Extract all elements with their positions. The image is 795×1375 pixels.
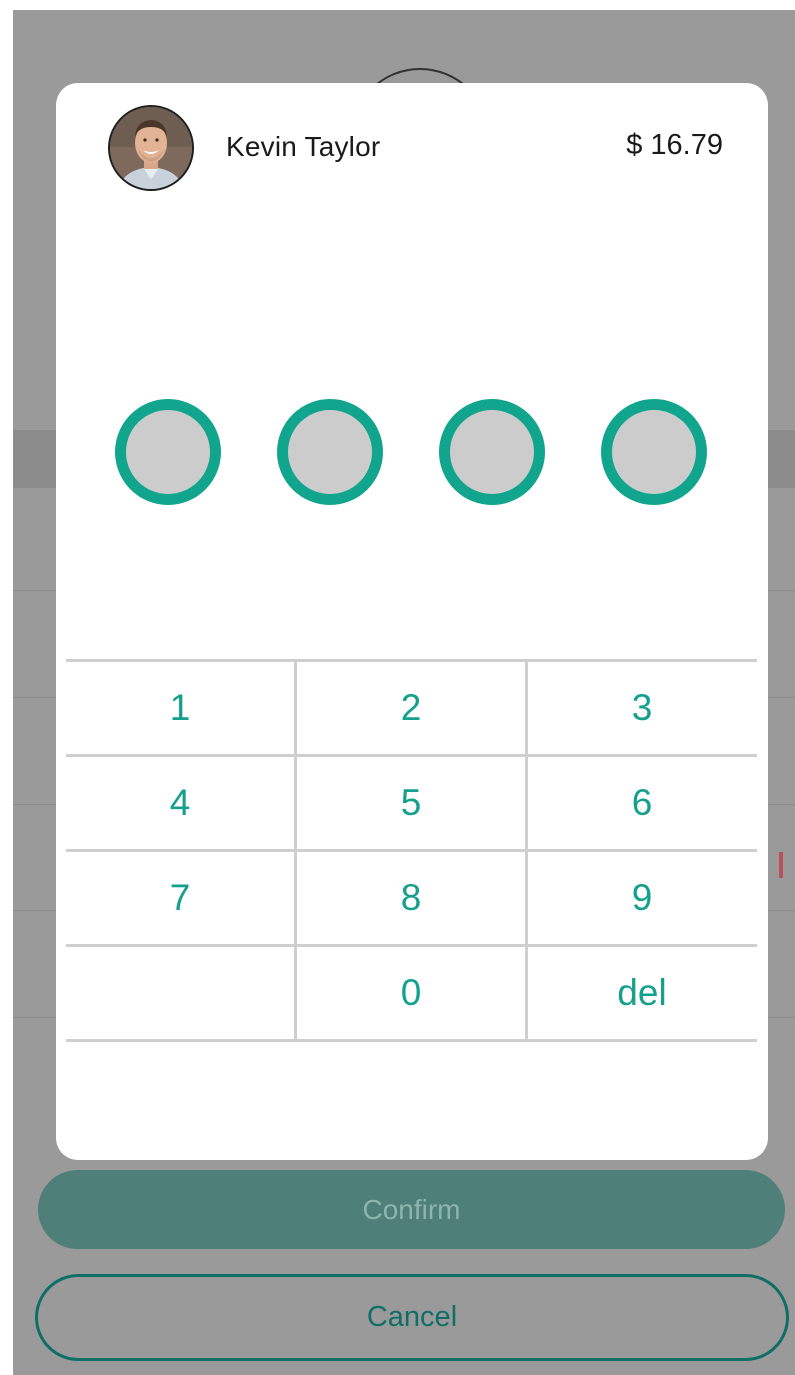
keypad-key-6[interactable]: 6: [528, 757, 756, 849]
pin-dot: [115, 399, 221, 505]
keypad-key-8[interactable]: 8: [297, 852, 525, 944]
keypad-key-7[interactable]: 7: [66, 852, 294, 944]
pin-dot: [277, 399, 383, 505]
keypad-key-0[interactable]: 0: [297, 947, 525, 1039]
pin-dot: [439, 399, 545, 505]
pin-dot: [601, 399, 707, 505]
keypad-key-9[interactable]: 9: [528, 852, 756, 944]
confirm-button[interactable]: Confirm: [38, 1170, 785, 1249]
pin-indicator: [56, 399, 768, 509]
avatar: [108, 105, 194, 191]
pin-entry-modal: Kevin Taylor $ 16.79 1 2 3 4 5 6 7 8 9 0…: [56, 83, 768, 1160]
keypad-key-3[interactable]: 3: [528, 662, 756, 754]
background-red-indicator: [779, 852, 783, 878]
keypad-key-5[interactable]: 5: [297, 757, 525, 849]
keypad-divider: [66, 1039, 757, 1042]
keypad-key-empty: [66, 947, 294, 1039]
keypad-key-2[interactable]: 2: [297, 662, 525, 754]
cancel-button[interactable]: Cancel: [35, 1274, 789, 1361]
keypad-key-4[interactable]: 4: [66, 757, 294, 849]
keypad-key-delete[interactable]: del: [528, 947, 756, 1039]
payee-name: Kevin Taylor: [226, 131, 381, 162]
numeric-keypad: 1 2 3 4 5 6 7 8 9 0 del: [66, 659, 757, 1043]
user-avatar-icon: [110, 107, 192, 189]
payment-amount: $ 16.79: [626, 129, 723, 161]
keypad-key-1[interactable]: 1: [66, 662, 294, 754]
